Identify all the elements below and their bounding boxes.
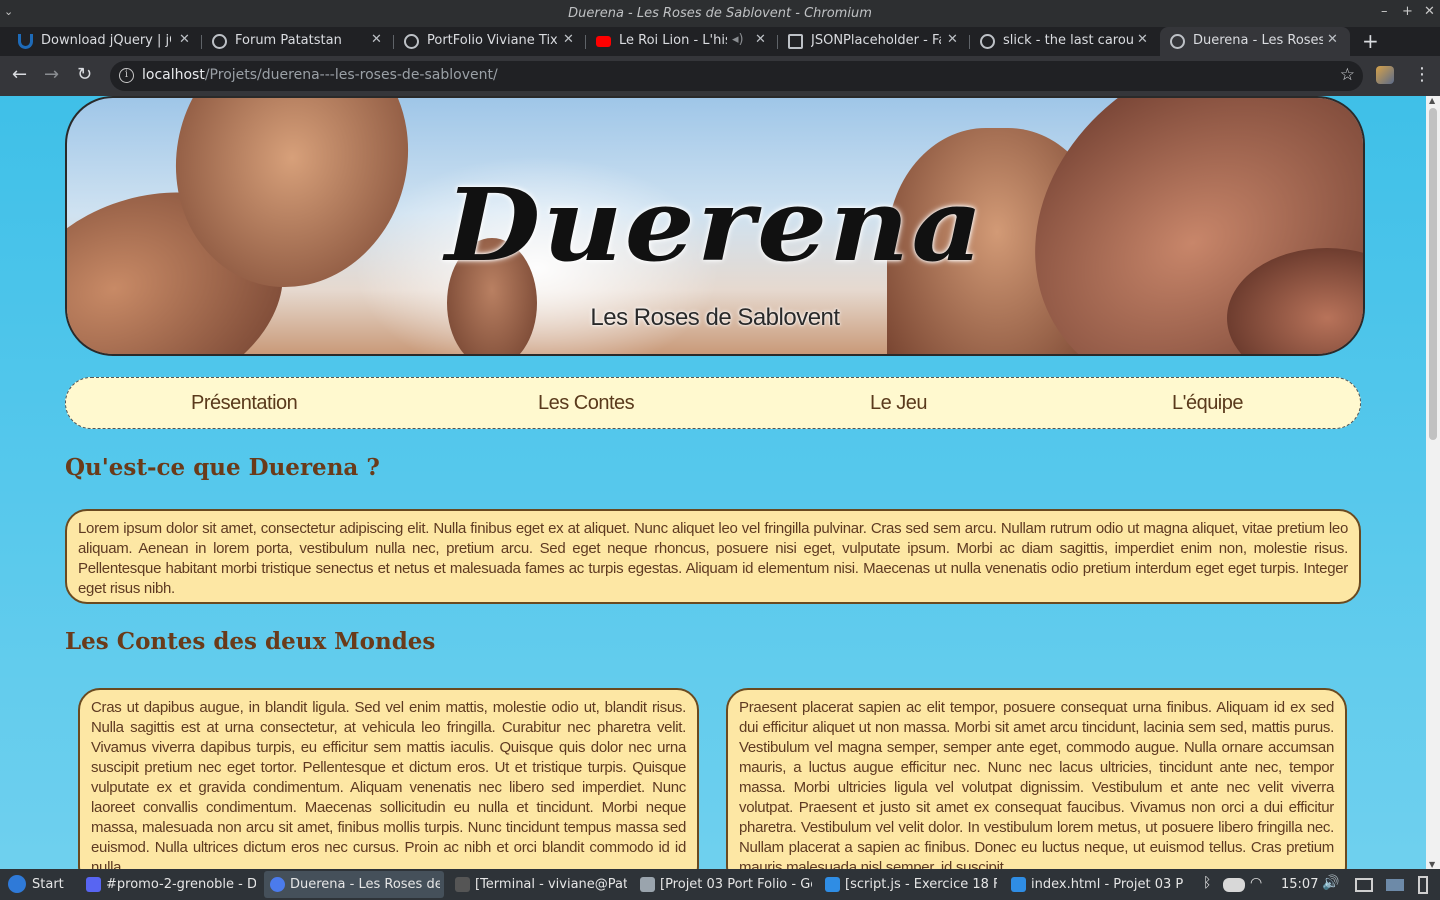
globe-icon bbox=[980, 34, 995, 49]
nav-presentation[interactable]: Présentation bbox=[191, 392, 298, 415]
close-tab-icon[interactable]: ✕ bbox=[563, 32, 574, 47]
tab-label: Forum Patatstan bbox=[235, 33, 342, 48]
tale-card-right: Praesent placerat sapien ac elit tempor,… bbox=[726, 688, 1347, 869]
tab-forum[interactable]: Forum Patatstan ✕ bbox=[202, 27, 394, 56]
close-tab-icon[interactable]: ✕ bbox=[755, 32, 766, 47]
close-tab-icon[interactable]: ✕ bbox=[947, 32, 958, 47]
task-discord[interactable]: #promo-2-grenoble - Dis... bbox=[80, 871, 260, 898]
scrollbar-thumb[interactable] bbox=[1429, 108, 1437, 440]
task-label: [Terminal - viviane@Patat... bbox=[475, 877, 627, 892]
window-titlebar: ⌄ Duerena - Les Roses de Sablovent - Chr… bbox=[0, 0, 1440, 27]
section-heading-contes: Les Contes des deux Mondes bbox=[65, 628, 436, 655]
presentation-card: Lorem ipsum dolor sit amet, consectetur … bbox=[65, 509, 1361, 604]
vscode-icon bbox=[825, 877, 840, 892]
close-tab-icon[interactable]: ✕ bbox=[1327, 32, 1338, 47]
display-icon[interactable] bbox=[1386, 879, 1404, 891]
wifi-icon[interactable]: ◠ bbox=[1250, 875, 1262, 891]
task-vscode-script[interactable]: [script.js - Exercice 18 For... bbox=[819, 871, 1001, 898]
url-text[interactable]: localhost/Projets/duerena---les-roses-de… bbox=[142, 67, 498, 83]
tab-roi-lion[interactable]: Le Roi Lion - L'histo ◂) ✕ bbox=[586, 27, 778, 56]
globe-icon bbox=[1170, 34, 1185, 49]
task-label: [Projet 03 Port Folio - Ges... bbox=[660, 877, 812, 892]
tab-portfolio[interactable]: PortFolio Viviane Tixier ✕ bbox=[394, 27, 586, 56]
maximize-icon[interactable]: + bbox=[1402, 4, 1413, 19]
tab-duerena[interactable]: Duerena - Les Roses de ✕ bbox=[1160, 27, 1350, 56]
tab-label: slick - the last carousel bbox=[1003, 33, 1133, 48]
nav-equipe[interactable]: L'équipe bbox=[1172, 392, 1244, 415]
tab-label: Download jQuery | jQu bbox=[41, 33, 171, 48]
window-title: Duerena - Les Roses de Sablovent - Chrom… bbox=[568, 6, 872, 21]
close-tab-icon[interactable]: ✕ bbox=[371, 32, 382, 47]
start-label: Start bbox=[32, 877, 64, 892]
scroll-up-icon[interactable]: ▲ bbox=[1429, 96, 1435, 105]
url-path: /Projets/duerena---les-roses-de-sabloven… bbox=[204, 67, 498, 83]
minimize-icon[interactable]: – bbox=[1381, 4, 1388, 19]
extension-icon[interactable] bbox=[1376, 66, 1394, 84]
forward-icon[interactable]: → bbox=[44, 64, 59, 85]
browser-menu-icon[interactable]: ⋮ bbox=[1413, 64, 1431, 85]
start-logo-icon bbox=[8, 875, 26, 893]
bookmark-star-icon[interactable]: ☆ bbox=[1340, 65, 1355, 85]
new-tab-icon[interactable]: + bbox=[1362, 29, 1379, 53]
scroll-down-icon[interactable]: ▼ bbox=[1429, 860, 1435, 869]
globe-icon bbox=[404, 34, 419, 49]
task-label: Duerena - Les Roses de S... bbox=[290, 877, 440, 892]
youtube-icon bbox=[596, 36, 611, 47]
nav-contes[interactable]: Les Contes bbox=[538, 392, 635, 415]
battery-icon[interactable] bbox=[1418, 876, 1428, 894]
page-viewport: Duerena Les Roses de Sablovent Présentat… bbox=[0, 96, 1426, 869]
tab-jsonplaceholder[interactable]: JSONPlaceholder - Fak ✕ bbox=[778, 27, 970, 56]
globe-icon bbox=[212, 34, 227, 49]
nav-jeu[interactable]: Le Jeu bbox=[870, 392, 928, 415]
site-banner: Duerena Les Roses de Sablovent bbox=[65, 96, 1365, 356]
bluetooth-icon[interactable]: ᛒ bbox=[1203, 875, 1211, 891]
folder-icon bbox=[640, 877, 655, 892]
task-label: index.html - Projet 03 Por... bbox=[1031, 877, 1183, 892]
task-file-manager[interactable]: [Projet 03 Port Folio - Ges... bbox=[634, 871, 816, 898]
task-label: [script.js - Exercice 18 For... bbox=[845, 877, 997, 892]
system-taskbar: Start #promo-2-grenoble - Dis... Duerena… bbox=[0, 869, 1440, 900]
close-tab-icon[interactable]: ✕ bbox=[1137, 32, 1148, 47]
site-title: Duerena bbox=[445, 166, 985, 284]
address-bar[interactable]: i localhost/Projets/duerena---les-roses-… bbox=[110, 61, 1363, 91]
tab-label: Le Roi Lion - L'histo bbox=[619, 33, 727, 48]
close-window-icon[interactable]: ✕ bbox=[1424, 4, 1435, 19]
task-vscode-index[interactable]: index.html - Projet 03 Por... bbox=[1005, 871, 1187, 898]
reload-icon[interactable]: ↻ bbox=[77, 64, 92, 85]
tab-strip: Download jQuery | jQu ✕ Forum Patatstan … bbox=[0, 27, 1440, 56]
clock[interactable]: 15:07 bbox=[1281, 877, 1318, 892]
info-icon[interactable]: i bbox=[119, 68, 134, 83]
section-heading-presentation: Qu'est-ce que Duerena ? bbox=[65, 454, 380, 481]
json-icon bbox=[788, 34, 803, 49]
jquery-icon bbox=[18, 34, 33, 49]
back-icon[interactable]: ← bbox=[12, 64, 27, 85]
task-terminal[interactable]: [Terminal - viviane@Patat... bbox=[449, 871, 631, 898]
terminal-icon bbox=[455, 877, 470, 892]
tab-label: JSONPlaceholder - Fak bbox=[811, 33, 941, 48]
main-nav: Présentation Les Contes Le Jeu L'équipe bbox=[65, 377, 1361, 429]
task-label: #promo-2-grenoble - Dis... bbox=[106, 877, 256, 892]
close-tab-icon[interactable]: ✕ bbox=[179, 32, 190, 47]
tab-label: Duerena - Les Roses de bbox=[1193, 33, 1323, 48]
site-subtitle: Les Roses de Sablovent bbox=[590, 304, 840, 331]
discord-tray-icon[interactable] bbox=[1223, 878, 1245, 892]
discord-icon bbox=[86, 877, 101, 892]
tab-label: PortFolio Viviane Tixier bbox=[427, 33, 557, 48]
mute-tab-icon[interactable]: ◂) bbox=[732, 32, 744, 47]
task-chromium[interactable]: Duerena - Les Roses de S... bbox=[264, 871, 444, 898]
vscode-icon bbox=[1011, 877, 1026, 892]
start-button[interactable]: Start bbox=[0, 869, 68, 900]
browser-toolbar: ← → ↻ i localhost/Projets/duerena---les-… bbox=[0, 56, 1440, 96]
tale-card-left: Cras ut dapibus augue, in blandit ligula… bbox=[78, 688, 699, 869]
tab-jquery[interactable]: Download jQuery | jQu ✕ bbox=[8, 27, 202, 56]
screenshot-icon[interactable] bbox=[1355, 878, 1373, 892]
page-scrollbar[interactable]: ▲ ▼ bbox=[1426, 96, 1440, 869]
url-host: localhost bbox=[142, 67, 205, 83]
tab-slick[interactable]: slick - the last carousel ✕ bbox=[970, 27, 1160, 56]
chromium-icon bbox=[270, 877, 285, 892]
volume-icon[interactable]: 🔊 bbox=[1322, 875, 1339, 891]
